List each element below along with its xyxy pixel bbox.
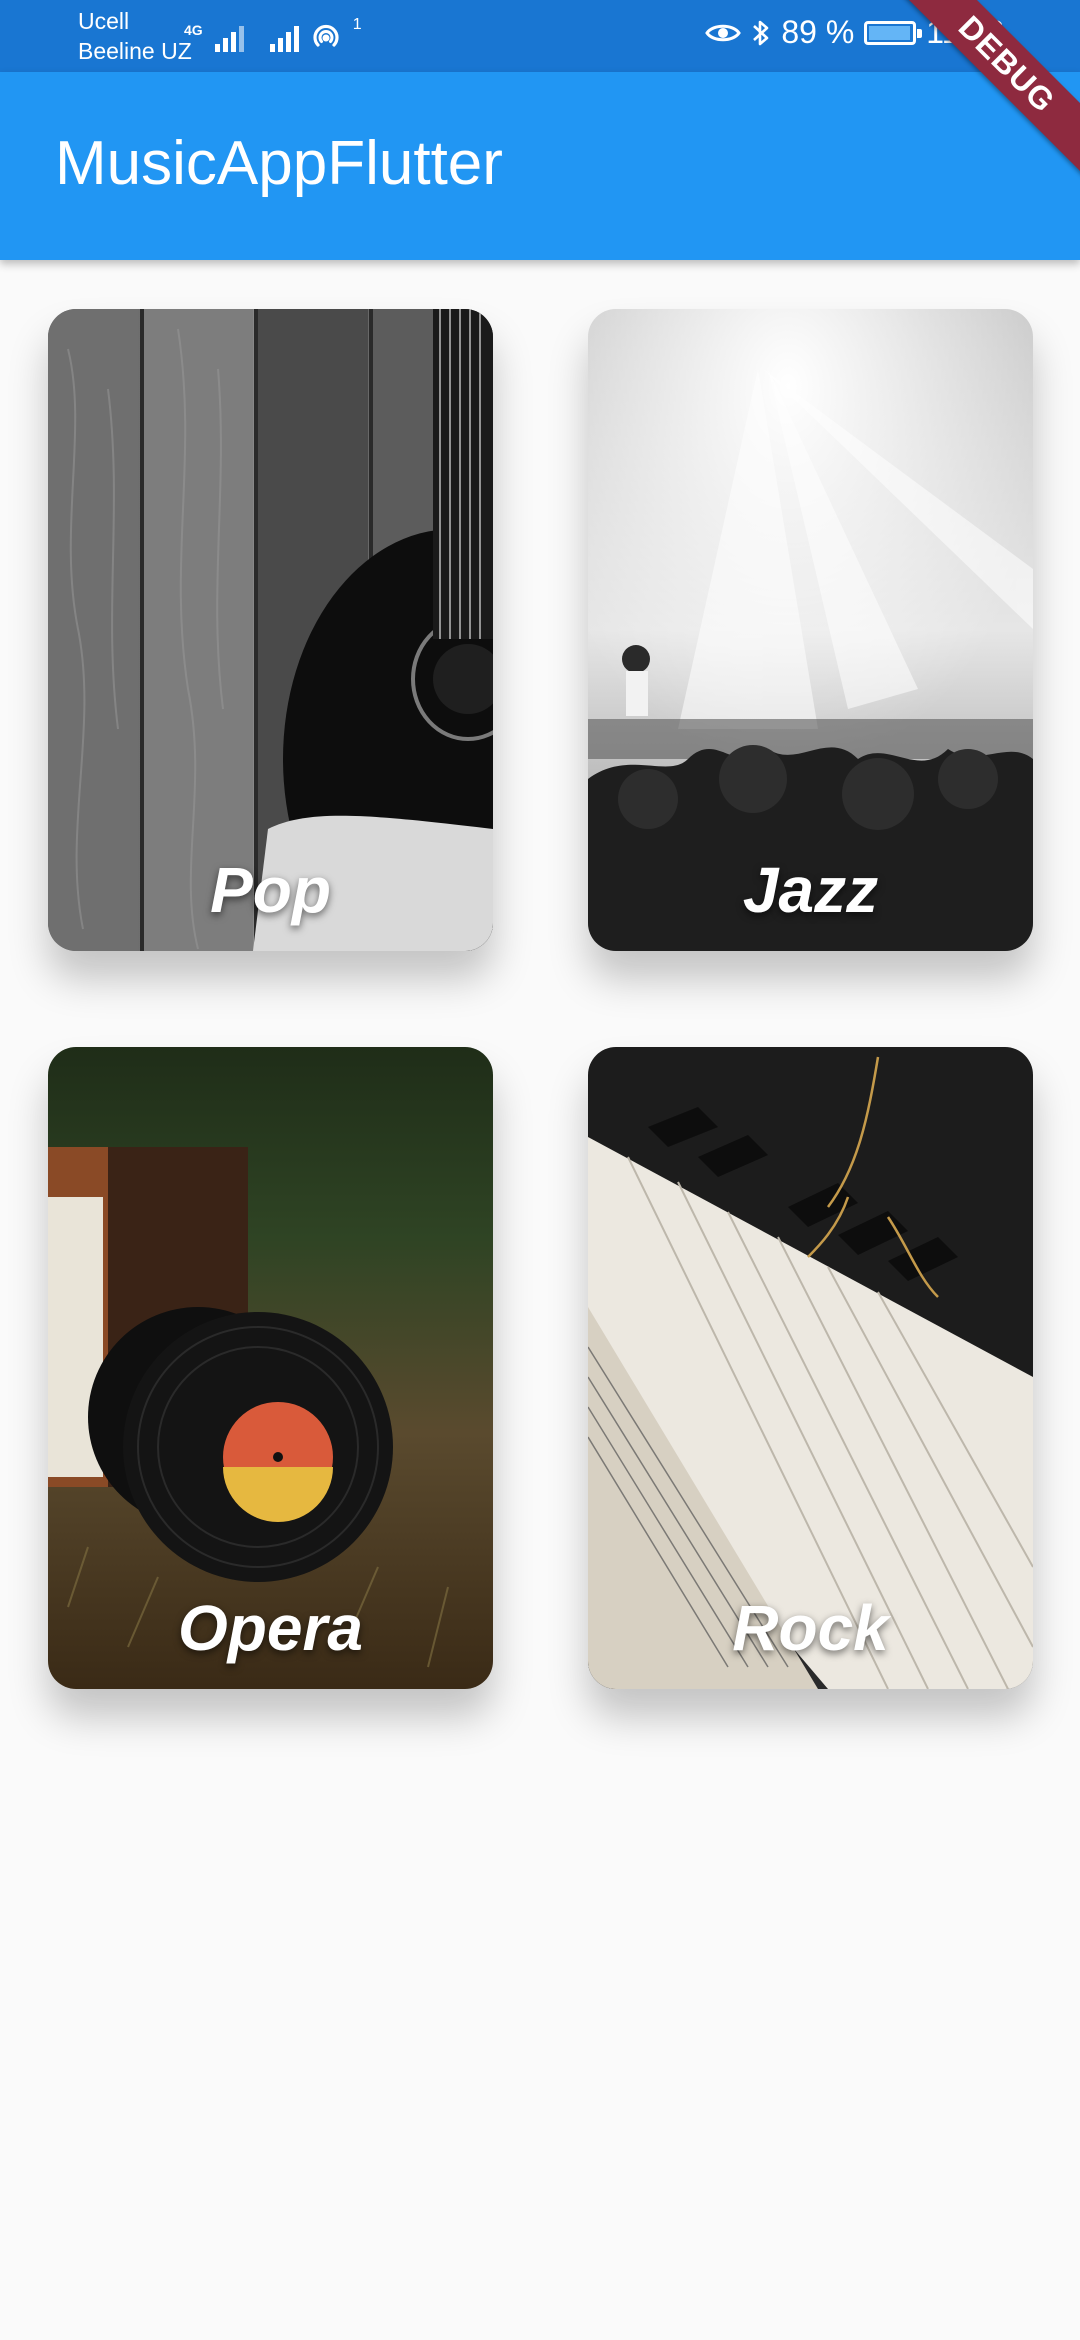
genre-card-jazz[interactable]: Jazz — [588, 309, 1033, 951]
genre-label: Jazz — [742, 854, 879, 926]
genre-card-rock[interactable]: Rock — [588, 1047, 1033, 1689]
genre-card-pop[interactable]: Pop — [48, 309, 493, 951]
genre-label: Pop — [210, 854, 331, 926]
genre-card-opera[interactable]: Opera — [48, 1047, 493, 1689]
genre-label: Rock — [732, 1592, 889, 1664]
genre-label: Opera — [178, 1592, 363, 1664]
genre-grid: Pop Jazz Opera Rock — [0, 0, 1080, 2340]
